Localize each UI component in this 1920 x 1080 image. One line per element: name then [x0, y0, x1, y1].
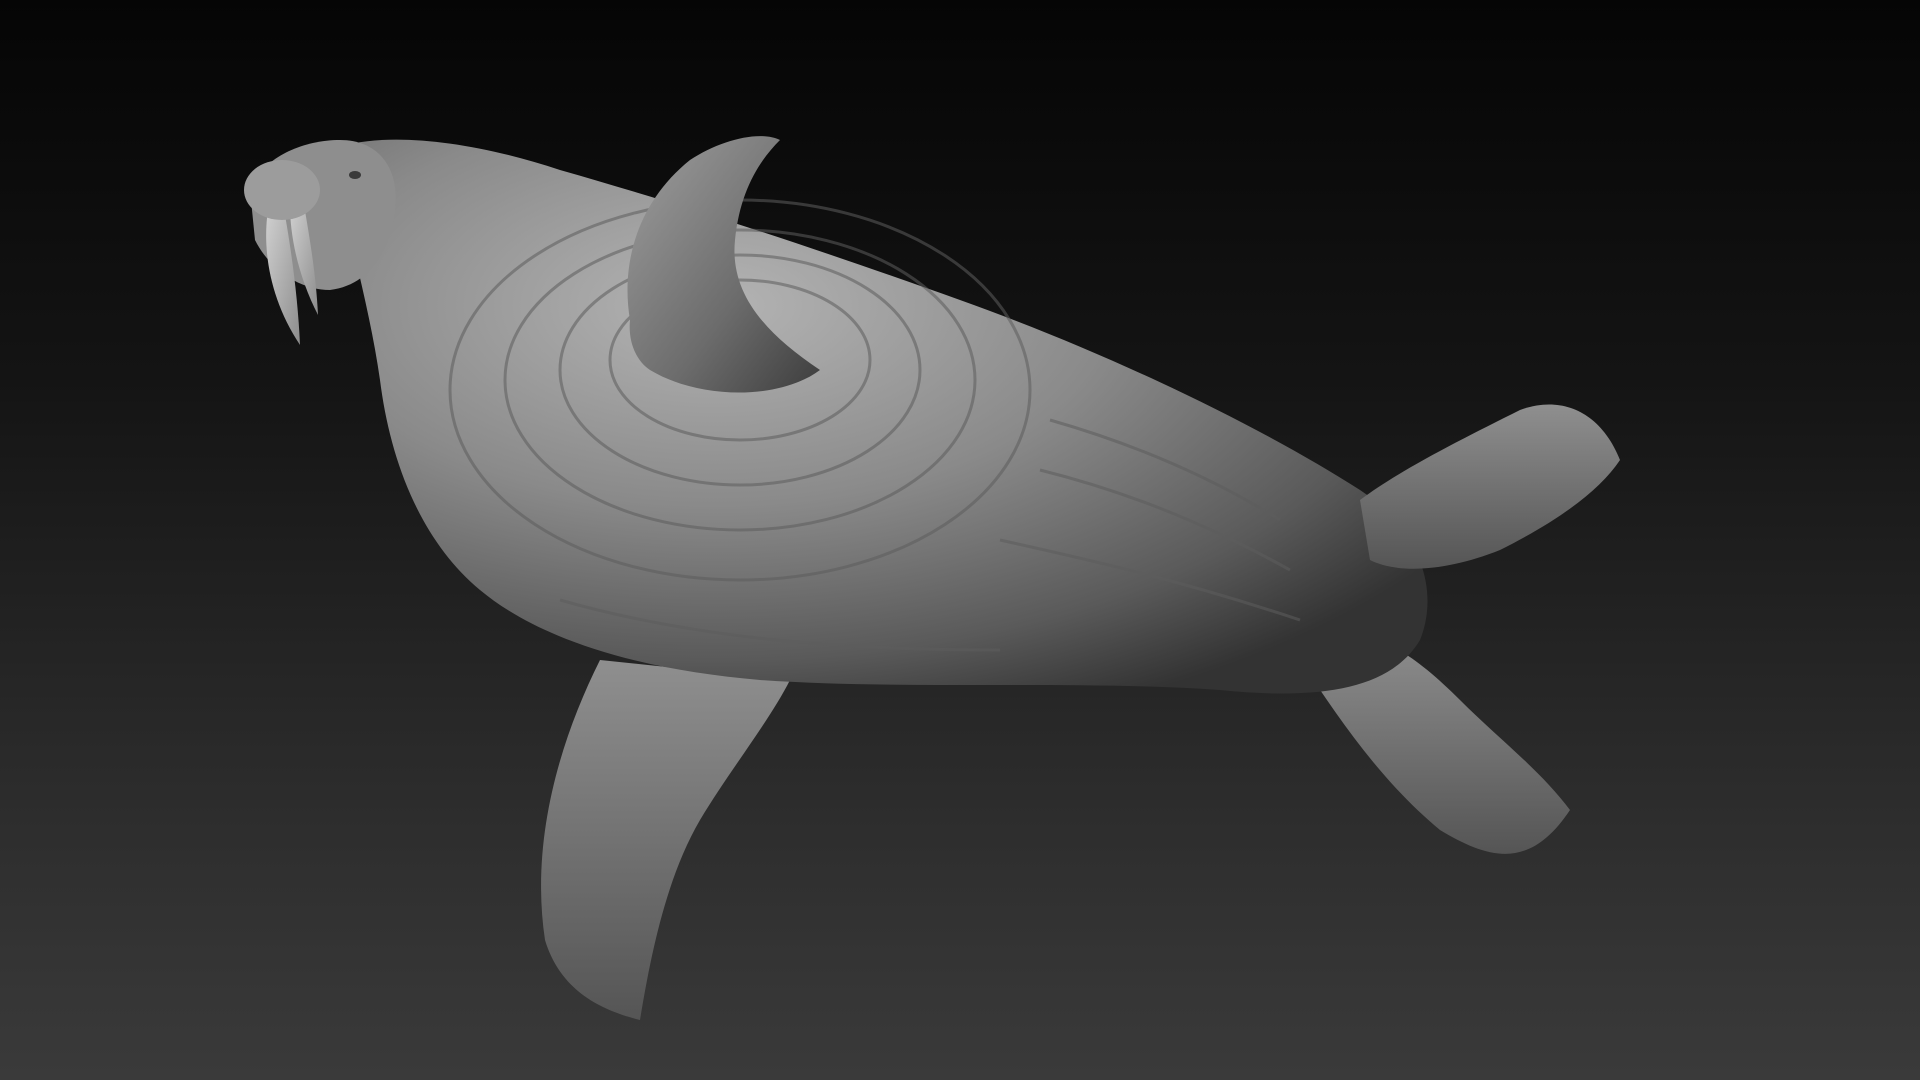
sculpt-render — [244, 136, 1620, 1020]
3d-viewport[interactable] — [0, 0, 1920, 1080]
eye — [349, 171, 361, 179]
front-flipper — [541, 660, 790, 1020]
snout — [244, 160, 320, 220]
hind-flipper-upper — [1360, 404, 1620, 569]
